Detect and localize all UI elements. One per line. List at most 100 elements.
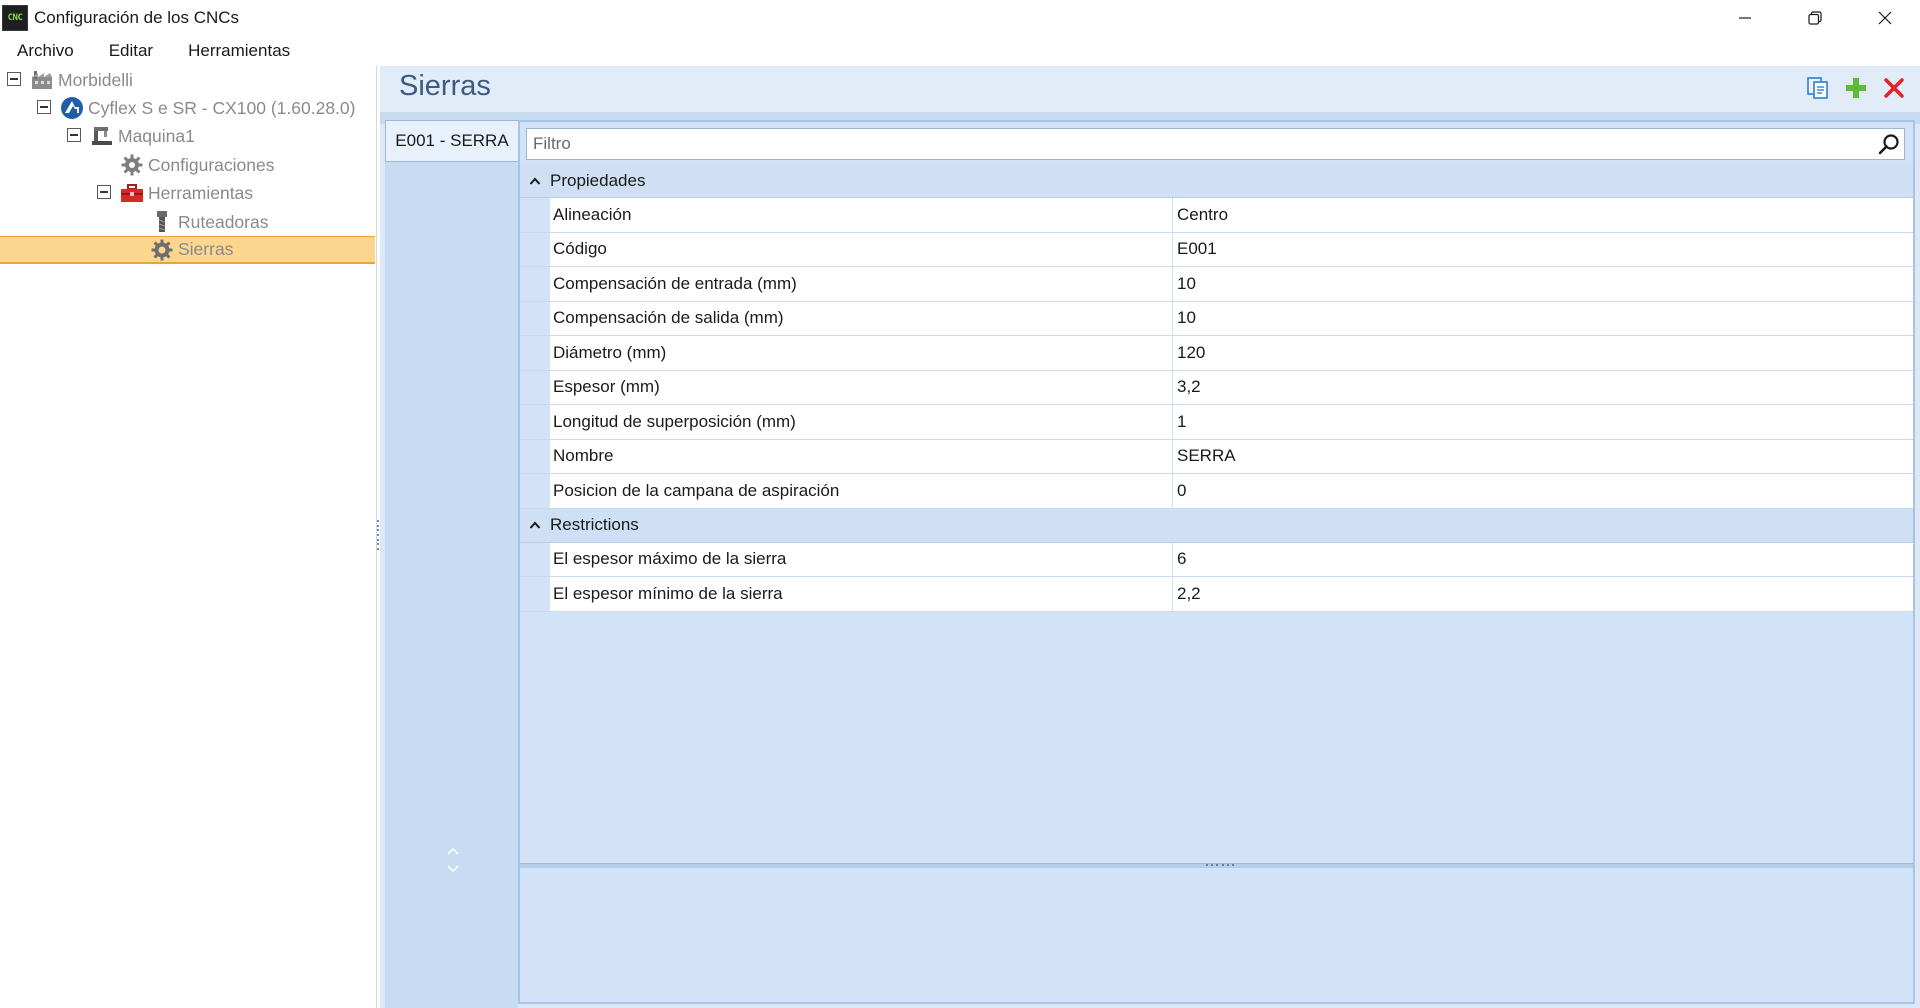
filter-input[interactable] (527, 129, 1874, 159)
machine-brand-icon (60, 96, 84, 120)
router-bit-icon (150, 210, 174, 234)
restore-button[interactable] (1780, 0, 1850, 36)
property-row[interactable]: Longitud de superposición (mm) 1 (520, 405, 1913, 440)
factory-icon (30, 68, 54, 92)
property-name: Alineación (550, 198, 1173, 232)
property-row[interactable]: El espesor máximo de la sierra 6 (520, 542, 1913, 577)
tree-node-cyflex[interactable]: Cyflex S e SR - CX100 (1.60.28.0) (60, 94, 355, 122)
property-name: Compensación de salida (mm) (550, 301, 1173, 335)
property-name: Longitud de superposición (mm) (550, 405, 1173, 439)
tree-node-configuraciones[interactable]: Configuraciones (120, 151, 274, 179)
description-splitter-grip[interactable] (1206, 863, 1234, 867)
category-propiedades[interactable]: Propiedades (520, 164, 1913, 198)
tree-node-ruteadoras[interactable]: Ruteadoras (150, 208, 268, 236)
tree-node-herramientas[interactable]: Herramientas (120, 179, 253, 207)
content-area: Sierras E001 - SERRA Filtro Propiedades … (380, 66, 1920, 1008)
description-area (520, 868, 1913, 1002)
gear-icon (120, 153, 144, 177)
property-name: Compensación de entrada (mm) (550, 267, 1173, 301)
chevron-up-icon (447, 847, 459, 855)
title-bar: CNC Configuración de los CNCs (0, 0, 1920, 36)
menu-editar[interactable]: Editar (92, 41, 171, 61)
menu-bar: Archivo Editar Herramientas (0, 36, 1920, 72)
property-name: Nombre (550, 439, 1173, 473)
minimize-button[interactable] (1710, 0, 1780, 36)
toolbox-icon (120, 181, 144, 205)
property-value[interactable]: 6 (1173, 542, 1913, 576)
page-title: Sierras (399, 70, 491, 102)
close-icon (1878, 11, 1892, 25)
content-header: Sierras (380, 66, 1920, 112)
cnc-app-icon: CNC (2, 5, 28, 31)
search-button[interactable] (1874, 129, 1904, 159)
property-value[interactable]: 120 (1173, 336, 1913, 370)
collapse-morbidelli-toggle[interactable] (7, 72, 21, 86)
category-label: Propiedades (550, 170, 646, 190)
scroll-up-button[interactable] (447, 846, 459, 856)
tree-node-label: Cyflex S e SR - CX100 (1.60.28.0) (88, 97, 356, 118)
search-icon (1878, 134, 1899, 155)
property-value[interactable]: 10 (1173, 301, 1913, 335)
property-value[interactable]: 10 (1173, 267, 1913, 301)
delete-button[interactable] (1882, 76, 1906, 100)
property-row[interactable]: Alineación Centro (520, 198, 1913, 233)
tree-node-label: Herramientas (148, 182, 254, 203)
collapse-cyflex-toggle[interactable] (37, 100, 51, 114)
property-row[interactable]: Compensación de salida (mm) 10 (520, 301, 1913, 336)
chevron-up-icon[interactable] (520, 520, 550, 530)
minimize-icon (1739, 17, 1751, 19)
tree-node-label: Ruteadoras (178, 211, 269, 232)
tree-node-label: Maquina1 (118, 125, 195, 146)
item-list: E001 - SERRA (385, 120, 518, 1008)
item-tab[interactable]: E001 - SERRA (385, 120, 518, 162)
tree-node-sierras[interactable]: Sierras (0, 236, 375, 264)
machine-icon (90, 124, 114, 148)
menu-herramientas[interactable]: Herramientas (171, 41, 308, 61)
filter-box (526, 128, 1905, 160)
property-row[interactable]: Compensación de entrada (mm) 10 (520, 267, 1913, 302)
property-row[interactable]: Posicion de la campana de aspiración 0 (520, 474, 1913, 509)
header-actions (1806, 76, 1906, 100)
collapse-maquina1-toggle[interactable] (67, 128, 81, 142)
property-row[interactable]: El espesor mínimo de la sierra 2,2 (520, 577, 1913, 612)
property-value[interactable]: Centro (1173, 198, 1913, 232)
property-row[interactable]: Nombre SERRA (520, 439, 1913, 474)
tree-node-morbidelli[interactable]: Morbidelli (30, 66, 133, 94)
tree-node-label: Configuraciones (148, 154, 275, 175)
property-row[interactable]: Código E001 (520, 232, 1913, 267)
property-value[interactable]: 2,2 (1173, 577, 1913, 611)
window-title: Configuración de los CNCs (34, 8, 240, 27)
property-value[interactable]: 1 (1173, 405, 1913, 439)
tree-node-maquina1[interactable]: Maquina1 (90, 122, 195, 150)
saw-blade-icon (150, 238, 174, 262)
copy-button[interactable] (1806, 76, 1830, 100)
property-value[interactable]: 0 (1173, 474, 1913, 508)
property-row[interactable]: Espesor (mm) 3,2 (520, 370, 1913, 405)
menu-archivo[interactable]: Archivo (0, 41, 92, 61)
property-name: Posicion de la campana de aspiración (550, 474, 1173, 508)
collapse-herramientas-toggle[interactable] (97, 185, 111, 199)
property-row[interactable]: Diámetro (mm) 120 (520, 336, 1913, 371)
property-value[interactable]: SERRA (1173, 439, 1913, 473)
property-grid: Propiedades Alineación Centro Código E001 … (520, 164, 1913, 612)
add-button[interactable] (1844, 76, 1868, 100)
chevron-down-icon (447, 865, 459, 873)
close-button[interactable] (1850, 0, 1920, 36)
property-grid-panel: Propiedades AlineaciónCentro CódigoE001 … (518, 120, 1915, 1004)
chevron-up-icon[interactable] (520, 176, 550, 186)
property-name: Diámetro (mm) (550, 336, 1173, 370)
restore-icon (1808, 11, 1822, 25)
property-name: Código (550, 232, 1173, 266)
copy-icon (1807, 77, 1828, 99)
property-name: El espesor mínimo de la sierra (550, 577, 1173, 611)
category-restrictions[interactable]: Restrictions (520, 508, 1913, 543)
tree-node-label: Sierras (178, 239, 234, 259)
property-value[interactable]: 3,2 (1173, 370, 1913, 404)
scroll-down-button[interactable] (447, 864, 459, 874)
tree-node-label: Morbidelli (58, 69, 133, 90)
category-label: Restrictions (550, 515, 639, 534)
property-value[interactable]: E001 (1173, 232, 1913, 266)
property-name: El espesor máximo de la sierra (550, 542, 1173, 576)
window-controls (1710, 0, 1920, 36)
delete-icon (1884, 78, 1904, 98)
